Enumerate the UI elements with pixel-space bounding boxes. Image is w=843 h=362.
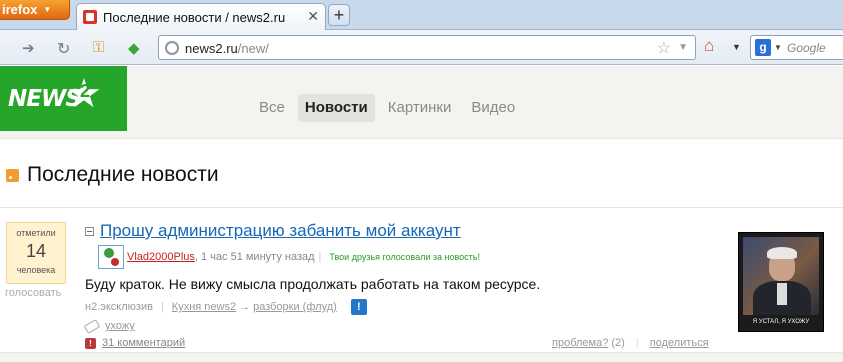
browser-tab[interactable]: Последние новости / news2.ru ✕ <box>76 3 326 30</box>
new-tab-button[interactable]: + <box>328 4 350 26</box>
separator: | <box>160 301 164 313</box>
bookmarks-dropdown-icon[interactable]: ▼ <box>732 42 741 52</box>
firefox-menu-button[interactable]: irefox ▼ <box>0 0 70 20</box>
home-icon[interactable]: ⌂ <box>704 36 714 56</box>
globe-icon <box>165 41 179 55</box>
vote-link[interactable]: голосовать <box>5 287 61 299</box>
forward-icon[interactable]: ➔ <box>22 39 35 57</box>
section-header: Последние новости <box>6 163 219 187</box>
nav-all[interactable]: Все <box>252 94 292 122</box>
report-problem-link[interactable]: проблема? <box>552 337 608 349</box>
report-count: (2) <box>611 337 625 349</box>
separator: | <box>635 337 639 349</box>
share-link[interactable]: поделиться <box>650 337 709 349</box>
thumbnail-caption: Я УСТАЛ, Я УХОЖУ <box>752 319 810 325</box>
story-byline: Vlad2000Plus , 1 час 51 минуту назад | Т… <box>98 245 725 269</box>
tab-title: Последние новости / news2.ru <box>103 10 286 25</box>
category-link[interactable]: Кухня news2 <box>172 301 236 313</box>
bookmark-star-icon[interactable]: ☆ <box>657 38 671 58</box>
exclamation-badge-icon[interactable]: ! <box>350 299 367 315</box>
story-source: н2.эксклюзив <box>85 301 153 313</box>
story-actions: проблема? (2) | поделиться <box>552 337 709 349</box>
story-lead: Буду краток. Не вижу смысла продолжать р… <box>85 276 541 292</box>
close-tab-icon[interactable]: ✕ <box>307 8 319 25</box>
url-domain: news2.ru <box>185 41 238 56</box>
search-placeholder: Google <box>787 41 826 55</box>
firefox-menu-label: irefox <box>2 2 38 17</box>
story-meta: н2.эксклюзив | Кухня news2 → разборки (ф… <box>85 299 725 315</box>
subcategory-link[interactable]: разборки (флуд) <box>253 301 337 313</box>
story-time: , 1 час 51 минуту назад <box>194 251 315 263</box>
friends-voted-note: Твои друзья голосовали за новость! <box>329 252 480 262</box>
search-box[interactable]: g ▼ Google <box>750 35 843 60</box>
thumbnail-figure-shirt <box>777 283 787 305</box>
addon-icon[interactable]: ◆ <box>128 39 140 57</box>
tag-row: ухожу <box>83 318 725 334</box>
thumbnail-image <box>743 237 819 315</box>
nav-video[interactable]: Видео <box>464 94 522 122</box>
tag-icon <box>83 318 101 334</box>
avatar[interactable] <box>98 245 124 269</box>
author-link[interactable]: Vlad2000Plus <box>127 251 195 263</box>
thumbnail-figure-hair <box>767 247 797 259</box>
story-title-row: Прошу администрацию забанить мой аккаунт <box>85 221 725 241</box>
news-story: Прошу администрацию забанить мой аккаунт… <box>83 221 725 349</box>
address-bar[interactable]: news2.ru/new/ ☆ ▼ <box>158 35 696 60</box>
vote-count: 14 <box>25 241 47 261</box>
chevron-down-icon: ▼ <box>43 5 52 14</box>
history-dropdown-icon[interactable]: ▼ <box>678 42 688 53</box>
vote-counter: отметили 14 человека <box>6 222 66 284</box>
key-icon[interactable]: ⚿ <box>93 39 104 56</box>
story-thumbnail[interactable]: Я УСТАЛ, Я УХОЖУ <box>738 232 824 332</box>
separator: | <box>318 251 322 263</box>
url-path: /new/ <box>237 41 269 56</box>
google-icon[interactable]: g <box>755 39 771 56</box>
site-favicon-icon <box>83 10 97 24</box>
browser-navbar: ➔ ↻ ⚿ ◆ news2.ru/new/ ☆ ▼ ⌂ ▼ g ▼ Google <box>0 30 843 65</box>
comment-icon: ! <box>85 337 96 349</box>
story-title-link[interactable]: Прошу администрацию забанить мой аккаунт <box>100 221 461 241</box>
page-title: Последние новости <box>27 163 219 186</box>
nav-pictures[interactable]: Картинки <box>381 94 459 122</box>
vote-label-bottom: человека <box>16 265 56 275</box>
site-header: NEWS ★ 2 Все Новости Картинки Видео <box>0 66 843 139</box>
search-engine-dropdown-icon[interactable]: ▼ <box>774 43 782 52</box>
rss-icon[interactable] <box>6 168 19 182</box>
collapse-icon[interactable] <box>85 226 94 236</box>
site-logo[interactable]: NEWS ★ 2 <box>0 66 127 131</box>
vote-label-top: отметили <box>16 228 56 238</box>
next-story-edge <box>0 352 843 362</box>
comments-link[interactable]: 31 комментарий <box>102 337 185 349</box>
tag-link[interactable]: ухожу <box>105 320 135 332</box>
address-url: news2.ru/new/ <box>185 41 269 56</box>
nav-news[interactable]: Новости <box>297 94 375 122</box>
site-nav: Все Новости Картинки Видео <box>252 94 522 122</box>
reload-icon[interactable]: ↻ <box>57 39 70 59</box>
comments-row: ! 31 комментарий проблема? (2) | поделить… <box>85 337 725 349</box>
logo-two: 2 <box>80 81 91 101</box>
arrow-right-icon: → <box>239 301 251 313</box>
divider <box>0 207 843 208</box>
browser-tabstrip: irefox ▼ Последние новости / news2.ru ✕ + <box>0 0 843 30</box>
